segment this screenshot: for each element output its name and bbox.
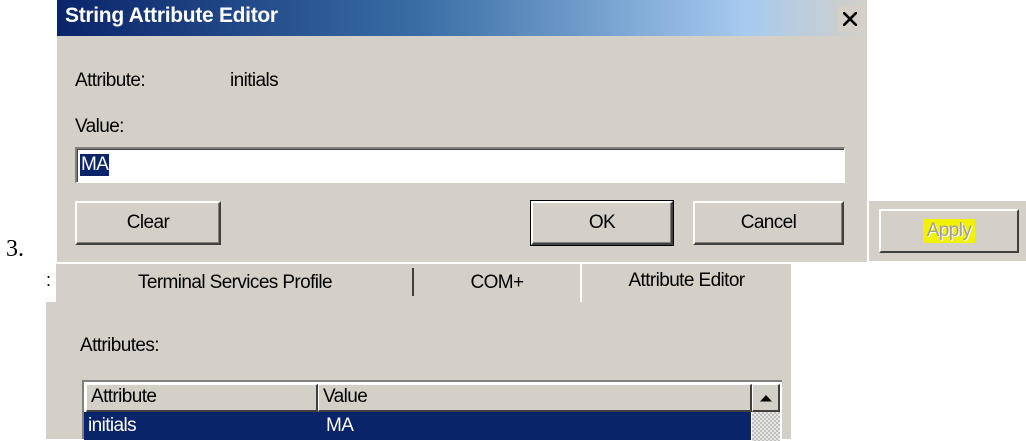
properties-panel: : Terminal Services Profile COM+ Attribu…	[46, 262, 791, 441]
triangle-up-icon	[759, 394, 772, 401]
apply-button-label: Apply	[922, 219, 976, 243]
string-attribute-editor-dialog: String Attribute Editor Attribute: initi…	[57, 0, 867, 262]
apply-button[interactable]: Apply	[879, 209, 1019, 253]
close-button[interactable]	[837, 6, 863, 32]
column-header-value[interactable]: Value	[318, 384, 752, 412]
scroll-up-button[interactable]	[752, 384, 780, 412]
column-header-attribute[interactable]: Attribute	[86, 384, 318, 412]
row-attribute-cell: initials	[88, 415, 137, 436]
tab-edge-mark: :	[46, 270, 52, 290]
tab-terminal-services-profile[interactable]: Terminal Services Profile	[56, 262, 414, 302]
tab-label: COM+	[470, 272, 524, 293]
table-row[interactable]: initials MA	[84, 412, 751, 440]
attributes-label: Attributes:	[80, 335, 160, 356]
apply-panel: Apply	[869, 201, 1026, 261]
step-number: 3.	[6, 236, 24, 262]
row-value-cell: MA	[326, 415, 354, 436]
ok-button[interactable]: OK	[530, 200, 674, 246]
cancel-button-label: Cancel	[740, 212, 797, 233]
tab-label: Terminal Services Profile	[137, 272, 333, 293]
attribute-name-value: initials	[230, 70, 279, 91]
ok-button-label: OK	[588, 212, 616, 233]
column-header-label: Value	[323, 386, 368, 407]
close-icon	[843, 12, 857, 26]
value-input[interactable]: MA	[75, 147, 845, 183]
clear-button[interactable]: Clear	[75, 201, 221, 245]
column-header-label: Attribute	[91, 386, 157, 407]
value-label: Value:	[75, 116, 124, 137]
dialog-title: String Attribute Editor	[65, 4, 278, 27]
attribute-label: Attribute:	[75, 70, 146, 91]
cancel-button[interactable]: Cancel	[693, 201, 844, 245]
scrollbar-track[interactable]	[752, 412, 780, 441]
attributes-list[interactable]: Attribute Value initials MA	[82, 380, 782, 441]
clear-button-label: Clear	[126, 212, 170, 233]
tab-attribute-editor[interactable]: Attribute Editor	[582, 262, 791, 302]
tab-com-plus[interactable]: COM+	[414, 262, 580, 302]
dialog-title-bar[interactable]: String Attribute Editor	[57, 0, 867, 36]
tab-label: Attribute Editor	[628, 270, 745, 291]
value-input-text: MA	[80, 154, 110, 176]
